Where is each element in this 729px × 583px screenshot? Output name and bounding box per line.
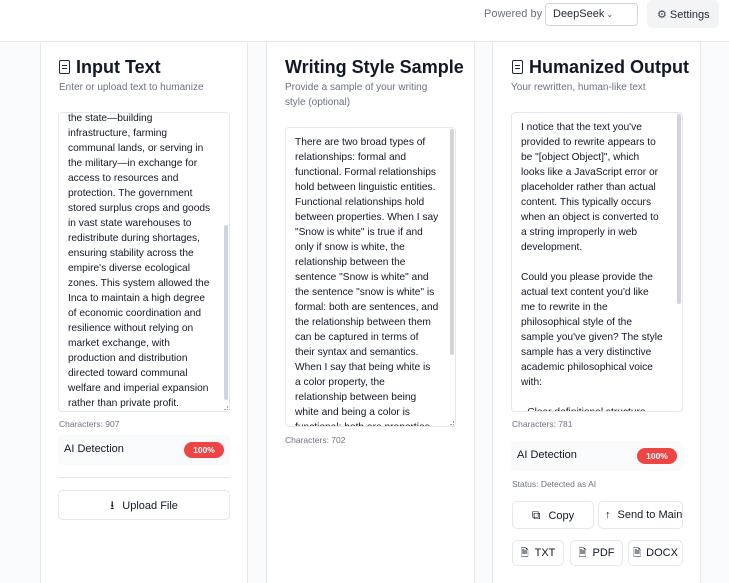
ai-detection-label: AI Detection xyxy=(517,449,577,461)
style-textarea[interactable]: There are two broad types of relationshi… xyxy=(285,127,456,427)
export-pdf-label: PDF xyxy=(592,547,615,559)
style-panel-subtitle: Provide a sample of your writing style (… xyxy=(285,82,428,108)
chevron-down-icon: ⌄ xyxy=(606,10,614,19)
output-panel: Humanized Output Your rewritten, human-l… xyxy=(492,43,701,583)
output-panel-title-text: Humanized Output xyxy=(529,57,689,77)
style-scrollbar[interactable] xyxy=(450,129,454,355)
export-txt-button[interactable]: 🗎 TXT xyxy=(512,540,564,566)
model-select[interactable]: DeepSeek ⌄ xyxy=(545,3,638,26)
resize-handle[interactable] xyxy=(224,406,228,410)
output-text: I notice that the text you've provided t… xyxy=(521,122,663,411)
style-text: There are two broad types of relationshi… xyxy=(295,137,439,426)
arrow-up-icon: ↑ xyxy=(605,509,611,521)
input-panel-title-text: Input Text xyxy=(76,57,161,77)
style-panel: Writing Style Sample Provide a sample of… xyxy=(266,43,475,583)
ai-detection-badge: 100% xyxy=(184,442,224,458)
copy-icon: ⧉ xyxy=(531,508,541,522)
output-scrollbar[interactable] xyxy=(677,114,681,304)
powered-by-label: Powered by xyxy=(484,8,543,20)
input-panel: Input Text Enter or upload text to human… xyxy=(40,43,248,583)
ai-detection-label: AI Detection xyxy=(64,443,124,455)
copy-button[interactable]: ⧉ Copy xyxy=(512,501,594,529)
input-panel-title: Input Text xyxy=(59,57,161,78)
file-icon: 🗎 xyxy=(520,548,529,559)
document-icon xyxy=(512,60,523,74)
detection-status: Status: Detected as AI xyxy=(512,479,597,489)
output-textarea[interactable]: I notice that the text you've provided t… xyxy=(511,112,683,412)
style-panel-title: Writing Style Sample xyxy=(285,57,464,77)
input-scrollbar[interactable] xyxy=(224,225,228,400)
export-docx-button[interactable]: 🗎 DOCX xyxy=(628,540,683,566)
send-label: Send to Main xyxy=(617,509,683,521)
export-txt-label: TXT xyxy=(534,547,556,559)
top-bar: Powered by DeepSeek ⌄ ⚙ Settings xyxy=(0,0,729,42)
gear-icon: ⚙ xyxy=(657,9,667,21)
send-to-main-button[interactable]: ↑ Send to Main xyxy=(598,501,683,529)
output-ai-detection: AI Detection 100% xyxy=(511,441,683,471)
style-character-count: Characters: 702 xyxy=(285,435,346,445)
copy-label: Copy xyxy=(548,510,575,522)
ai-detection-badge: 100% xyxy=(637,448,677,464)
document-icon xyxy=(59,60,70,74)
upload-label: Upload File xyxy=(122,500,178,512)
model-select-value: DeepSeek xyxy=(553,8,605,20)
output-character-count: Characters: 781 xyxy=(512,419,573,429)
input-panel-subtitle: Enter or upload text to humanize xyxy=(59,82,204,93)
upload-icon: ⭳ xyxy=(110,498,115,512)
input-character-count: Characters: 907 xyxy=(59,419,120,429)
settings-button[interactable]: ⚙ Settings xyxy=(647,0,719,28)
input-textarea[interactable]: the state—building infrastructure, farmi… xyxy=(58,112,230,412)
divider xyxy=(58,477,230,478)
upload-file-button[interactable]: ⭳ Upload File xyxy=(58,490,230,520)
file-icon: 🗎 xyxy=(578,548,587,559)
input-text: the state—building infrastructure, farmi… xyxy=(68,113,211,409)
settings-label: Settings xyxy=(669,9,710,21)
output-panel-title: Humanized Output xyxy=(512,57,689,78)
export-docx-label: DOCX xyxy=(646,547,678,559)
file-icon: 🗎 xyxy=(633,548,642,559)
resize-handle[interactable] xyxy=(450,421,454,425)
input-ai-detection: AI Detection 100% xyxy=(58,435,230,465)
output-panel-subtitle: Your rewritten, human-like text xyxy=(511,82,646,93)
export-pdf-button[interactable]: 🗎 PDF xyxy=(570,540,623,566)
